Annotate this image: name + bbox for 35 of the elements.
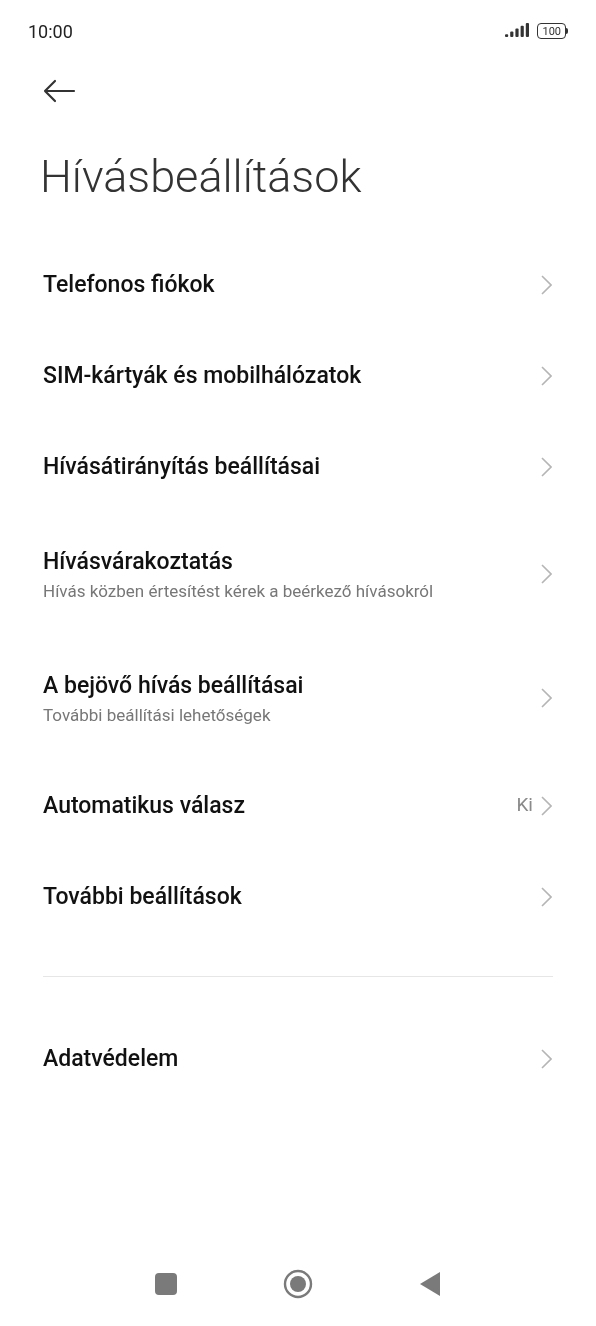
chevron-right-icon [541, 365, 552, 386]
item-subtitle: Hívás közben értesítést kérek a beérkező hívásokról [43, 579, 435, 602]
battery-icon: 100 [537, 23, 568, 39]
chevron-right-icon [541, 795, 552, 816]
item-title: Hívásátirányítás beállításai [43, 451, 322, 482]
back-button[interactable] [419, 1271, 441, 1297]
settings-item[interactable]: Hívásátirányítás beállításai [0, 421, 596, 512]
item-title: Adatvédelem [43, 1043, 180, 1074]
settings-item[interactable]: További beállítások [0, 851, 596, 942]
recents-button[interactable] [155, 1273, 177, 1295]
back-arrow-icon[interactable] [42, 79, 76, 103]
item-title: Automatikus válasz [43, 790, 246, 821]
settings-item[interactable]: SIM-kártyák és mobilhálózatok [0, 330, 596, 421]
chevron-right-icon [541, 886, 552, 907]
item-title: SIM-kártyák és mobilhálózatok [43, 360, 363, 391]
chevron-right-icon [541, 564, 552, 584]
item-value: Ki [516, 792, 533, 819]
item-title: Telefonos fiókok [43, 269, 216, 300]
item-title: További beállítások [43, 881, 243, 912]
chevron-right-icon [541, 688, 552, 708]
item-title: A bejövő hívás beállításai [43, 670, 305, 701]
chevron-right-icon [541, 274, 552, 295]
status-time: 10:00 [28, 19, 73, 44]
signal-icon [505, 23, 532, 39]
home-button[interactable] [283, 1269, 313, 1299]
settings-item[interactable]: Hívásvárakoztatás Hívás közben értesítést kérek a beérkező hívásokról [0, 512, 596, 636]
item-title: Hívásvárakoztatás [43, 546, 234, 577]
settings-item[interactable]: A bejövő hívás beállításai További beállítási lehetőségek [0, 636, 596, 760]
settings-item[interactable]: Telefonos fiókok [0, 239, 596, 330]
chevron-right-icon [541, 1048, 552, 1069]
settings-item[interactable]: Adatvédelem [0, 1013, 596, 1104]
chevron-right-icon [541, 456, 552, 477]
page-title: Hívásbeállítások [40, 149, 363, 205]
item-subtitle: További beállítási lehetőségek [43, 703, 272, 726]
settings-item[interactable]: Automatikus válasz Ki [0, 760, 596, 851]
